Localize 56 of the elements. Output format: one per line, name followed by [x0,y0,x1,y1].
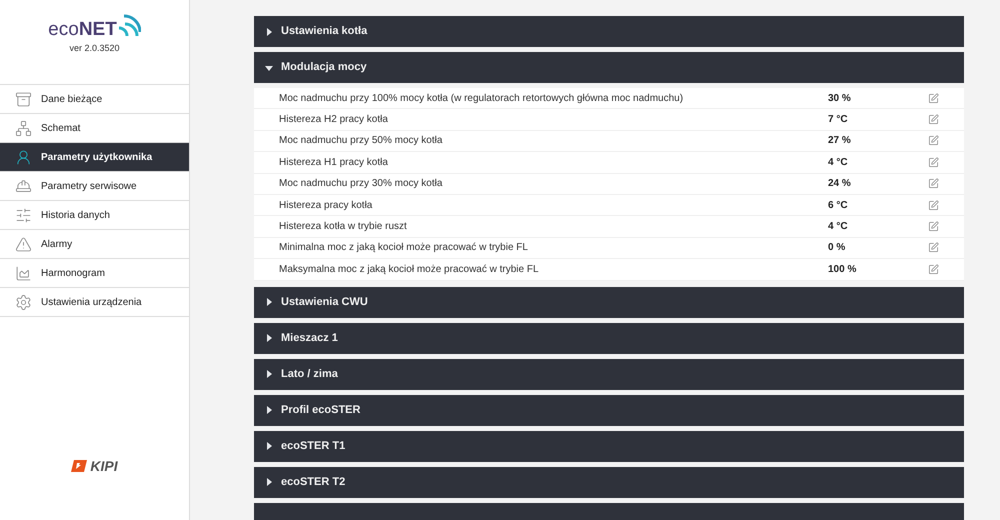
section-header[interactable]: Lato / zima [254,358,964,390]
caret-right-icon [265,406,273,414]
edit-icon[interactable] [928,114,939,126]
caret-right-icon [265,370,273,378]
parameter-value: 6 °C [828,198,849,213]
parameter-value: 4 °C [828,156,849,170]
settings-icon [15,294,32,310]
caret-right-icon [265,298,273,306]
caret-right-icon [265,478,273,486]
edit-icon[interactable] [928,92,939,104]
parameter-value: 4 °C [828,220,849,234]
caret-right-icon [265,28,273,36]
section-header[interactable]: Profil ecoSTER [254,394,964,426]
parameter-name: Histereza H1 pracy kotła [278,156,389,170]
edit-icon[interactable] [928,178,939,190]
worker-icon [15,178,32,194]
parameter-name: Histereza pracy kotła [278,198,374,213]
section-header[interactable]: ecoSTER T1 [254,430,964,462]
parameter-name: Maksymalna moc z jaką kocioł może pracować w trybie FL [278,262,540,277]
parameter-value: 30 % [828,92,852,106]
parameter-value: 24 % [828,177,852,192]
parameter-value: 0 % [828,241,846,256]
edit-icon[interactable] [928,200,939,211]
sliders-icon [15,206,32,224]
section-header[interactable]: Ustawienia CWU [254,286,964,318]
network-icon [15,120,32,136]
version-text: ver 2.0.3520 [69,42,120,55]
parameter-name: Minimalna moc z jaką kocioł może pracować w trybie FL [278,241,529,256]
section-header[interactable]: ecoSTER T2 [254,466,964,498]
parameter-name: Moc nadmuchu przy 100% mocy kotła (w regulatorach retortowych główna moc nadmuchu) [278,92,684,106]
kipi-logo-text: KIPI [90,460,118,472]
edit-icon[interactable] [928,135,939,146]
edit-icon[interactable] [928,221,939,232]
edit-icon[interactable] [928,264,939,275]
warning-icon [15,236,32,252]
sidebar-item[interactable]: Parametry użytkownika [0,143,189,172]
parameter-name: Histereza kotła w trybie ruszt [278,220,408,234]
parameter-name: Moc nadmuchu przy 50% mocy kotła [278,134,444,148]
edit-icon[interactable] [928,242,939,254]
parameter-value: 7 °C [828,113,849,128]
edit-icon[interactable] [928,156,939,168]
parameter-value: 27 % [828,134,852,148]
parameter-name: Histereza H2 pracy kotła [278,113,389,128]
archive-icon [15,90,32,108]
caret-right-icon [265,442,273,450]
area-chart-icon [15,264,32,282]
caret-right-icon [265,334,273,342]
kipi-logo-icon [71,460,88,472]
section-header[interactable]: Modulacja mocy [254,52,964,83]
caret-down-icon [265,64,273,72]
logo-text: ecoNET [48,20,117,39]
section-header[interactable]: Ustawienia kotła [254,16,964,47]
user-icon [15,148,32,166]
section-header[interactable]: Mieszacz 1 [254,322,964,354]
parameter-value: 100 % [828,262,858,277]
parameter-name: Moc nadmuchu przy 30% mocy kotła [278,177,444,192]
